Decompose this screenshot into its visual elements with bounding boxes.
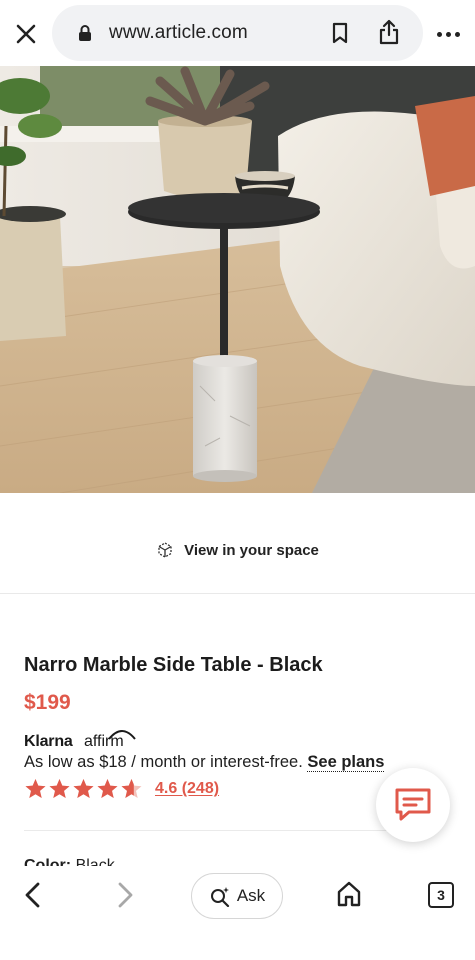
product-image[interactable] xyxy=(0,66,475,493)
product-price: $199 xyxy=(24,691,71,714)
star-icon xyxy=(121,779,142,798)
rating-stars xyxy=(24,778,143,800)
product-rating[interactable]: 4.6 (248) xyxy=(24,778,219,800)
affirm-arc-icon xyxy=(108,730,136,740)
rating-text[interactable]: 4.6 (248) xyxy=(155,780,219,798)
view-in-space-label: View in your space xyxy=(184,541,319,559)
chat-icon xyxy=(395,788,431,821)
ar-cube-icon xyxy=(158,542,172,558)
browser-bottom-bar: Ask 3 xyxy=(0,866,475,960)
browser-top-bar: www.article.com xyxy=(0,0,475,66)
chevron-left-icon[interactable] xyxy=(20,880,46,910)
klarna-logo: Klarna xyxy=(24,733,73,750)
ask-button[interactable]: Ask xyxy=(191,873,283,919)
product-title: Narro Marble Side Table - Black xyxy=(24,654,323,676)
star-icon xyxy=(73,779,94,798)
financing-text: As low as $18 / month or interest-free. xyxy=(24,753,303,771)
more-button[interactable] xyxy=(434,22,462,46)
section-divider xyxy=(0,593,475,594)
home-icon[interactable] xyxy=(336,880,362,908)
bookmark-icon[interactable] xyxy=(328,21,352,45)
url-text: www.article.com xyxy=(109,22,248,43)
share-icon[interactable] xyxy=(377,18,401,46)
see-plans-link[interactable]: See plans xyxy=(307,753,385,772)
product-photo xyxy=(0,66,475,493)
ask-label: Ask xyxy=(236,886,266,905)
close-button[interactable] xyxy=(12,20,40,48)
chevron-right-icon[interactable] xyxy=(112,880,138,910)
sparkle-search-icon xyxy=(210,887,229,907)
financing-line: As low as $18 / month or interest-free. … xyxy=(24,753,385,772)
star-icon xyxy=(97,779,118,798)
view-in-space-button[interactable]: View in your space xyxy=(0,530,475,570)
chat-button[interactable] xyxy=(376,768,450,842)
star-icon xyxy=(25,779,46,798)
section-divider xyxy=(24,830,404,831)
address-bar[interactable]: www.article.com xyxy=(52,5,423,61)
lock-icon xyxy=(79,25,91,41)
star-icon xyxy=(49,779,70,798)
tabs-button[interactable]: 3 xyxy=(428,882,454,908)
close-icon xyxy=(16,24,36,44)
more-icon xyxy=(436,31,442,37)
